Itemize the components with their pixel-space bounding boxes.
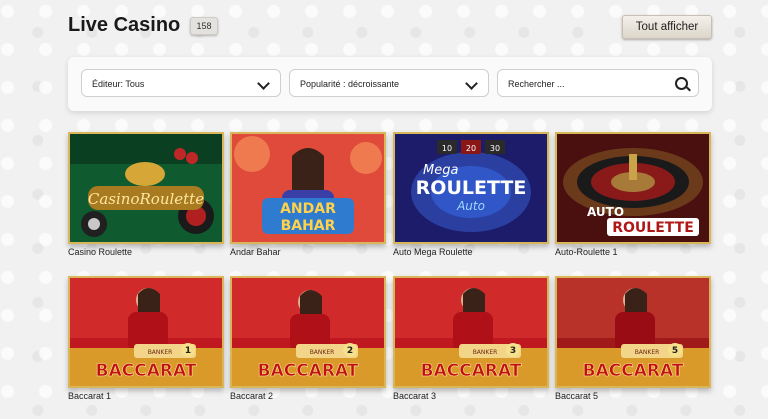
game-thumbnail[interactable]: CasinoRoulette [68, 132, 224, 244]
art-text-bahar: BAHAR [281, 218, 336, 234]
art-text-banker: BANKER [473, 349, 498, 356]
art-text-banker: BANKER [148, 349, 173, 356]
game-thumbnail[interactable]: AUTO ROULETTE [555, 132, 711, 244]
game-title[interactable]: Andar Bahar [230, 247, 386, 257]
game-card-andar-bahar[interactable]: ANDAR BAHAR Andar Bahar [230, 132, 386, 257]
sort-select[interactable]: Popularité : décroissante [289, 69, 489, 97]
game-card-baccarat-5[interactable]: BANKER 5 BACCARAT Baccarat 5 [555, 276, 711, 401]
art-text-20: 20 [466, 144, 476, 153]
art-text-10: 10 [442, 144, 452, 153]
game-title[interactable]: Baccarat 5 [555, 391, 711, 401]
art-text-roulette: ROULETTE [612, 220, 694, 236]
game-title[interactable]: Baccarat 2 [230, 391, 386, 401]
search-icon[interactable] [675, 77, 688, 90]
search-placeholder: Rechercher ... [508, 79, 565, 89]
art-text-number: 5 [672, 346, 678, 356]
art-text-baccarat: BACCARAT [421, 361, 522, 381]
game-card-baccarat-3[interactable]: BANKER 3 BACCARAT Baccarat 3 [393, 276, 549, 401]
art-text-andar: ANDAR [280, 201, 336, 217]
art-text-banker: BANKER [635, 349, 660, 356]
game-thumbnail[interactable]: 10 20 30 Mega ROULETTE Auto [393, 132, 549, 244]
art-text-number: 1 [185, 346, 191, 356]
game-title[interactable]: Casino Roulette [68, 247, 224, 257]
game-thumbnail[interactable]: BANKER 2 BACCARAT [230, 276, 386, 388]
art-text-baccarat: BACCARAT [96, 361, 197, 381]
chevron-down-icon [465, 77, 478, 90]
art-text-casinoroulette: CasinoRoulette [88, 190, 204, 208]
game-card-auto-mega-roulette[interactable]: 10 20 30 Mega ROULETTE Auto Auto Mega Ro… [393, 132, 549, 257]
game-title[interactable]: Baccarat 3 [393, 391, 549, 401]
sort-select-label: Popularité : décroissante [300, 79, 400, 89]
show-all-button[interactable]: Tout afficher [622, 15, 712, 39]
art-text-30: 30 [490, 144, 500, 153]
game-thumbnail[interactable]: ANDAR BAHAR [230, 132, 386, 244]
game-card-casino-roulette[interactable]: CasinoRoulette Casino Roulette [68, 132, 224, 257]
game-thumbnail[interactable]: BANKER 3 BACCARAT [393, 276, 549, 388]
page-title: Live Casino [68, 14, 181, 36]
editor-select[interactable]: Éditeur: Tous [81, 69, 281, 97]
art-text-baccarat: BACCARAT [258, 361, 359, 381]
game-title[interactable]: Baccarat 1 [68, 391, 224, 401]
art-text-auto: AUTO [587, 205, 624, 219]
game-count-badge: 158 [190, 17, 218, 35]
art-text-mega: Mega [423, 163, 458, 178]
art-text-baccarat: BACCARAT [583, 361, 684, 381]
game-card-baccarat-1[interactable]: BANKER 1 BACCARAT Baccarat 1 [68, 276, 224, 401]
game-card-baccarat-2[interactable]: BANKER 2 BACCARAT Baccarat 2 [230, 276, 386, 401]
game-title[interactable]: Auto Mega Roulette [393, 247, 549, 257]
game-thumbnail[interactable]: BANKER 5 BACCARAT [555, 276, 711, 388]
art-text-banker: BANKER [310, 349, 335, 356]
chevron-down-icon [257, 77, 270, 90]
art-text-number: 2 [347, 346, 353, 356]
game-title[interactable]: Auto-Roulette 1 [555, 247, 711, 257]
art-text-auto: Auto [456, 199, 485, 213]
search-input[interactable]: Rechercher ... [497, 69, 699, 97]
game-card-auto-roulette-1[interactable]: AUTO ROULETTE Auto-Roulette 1 [555, 132, 711, 257]
editor-select-label: Éditeur: Tous [92, 79, 145, 89]
art-text-number: 3 [510, 346, 516, 356]
art-text-roulette: ROULETTE [416, 177, 527, 199]
game-thumbnail[interactable]: BANKER 1 BACCARAT [68, 276, 224, 388]
filter-bar: Éditeur: Tous Popularité : décroissante … [68, 57, 712, 111]
